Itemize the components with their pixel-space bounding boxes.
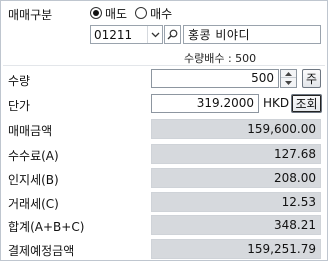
radio-buy[interactable]: 매수	[135, 5, 172, 22]
stamp-tax-value: 208.00	[151, 168, 321, 188]
settlement-amount-label: 결제예정금액	[8, 244, 75, 258]
spin-up-icon[interactable]	[281, 70, 296, 78]
quantity-input[interactable]: 500	[151, 69, 279, 88]
price-label: 단가	[8, 99, 31, 113]
radio-sell[interactable]: 매도	[90, 5, 127, 22]
quantity-multiple-text: 수량배수 : 500	[184, 52, 257, 65]
quantity-spinner[interactable]	[280, 69, 297, 88]
quantity-label: 수량	[8, 74, 31, 88]
price-input[interactable]: 319.2000	[151, 94, 259, 113]
trade-amount-value: 159,600.00	[151, 119, 321, 139]
trade-type-radio-group: 매도 매수	[90, 5, 180, 21]
search-icon[interactable]	[164, 25, 181, 44]
radio-buy-label[interactable]: 매수	[150, 5, 172, 22]
radio-sell-label[interactable]: 매도	[105, 5, 127, 22]
trade-amount-label: 매매금액	[8, 124, 53, 138]
commission-label: 수수료(A)	[8, 149, 59, 163]
exchange-fee-value: 12.53	[151, 192, 321, 212]
radio-sell-indicator[interactable]	[90, 7, 102, 19]
stamp-tax-label: 인지세(B)	[8, 173, 59, 187]
price-query-button[interactable]: 조회	[291, 94, 322, 113]
stock-name-display: 홍콩 비야디	[183, 25, 321, 44]
settlement-amount-value: 159,251.79	[151, 239, 321, 259]
spin-down-icon[interactable]	[281, 79, 296, 87]
total-fee-value: 348.21	[151, 215, 321, 235]
commission-value: 127.68	[151, 144, 321, 164]
total-fee-label: 합계(A+B+C)	[8, 220, 85, 234]
stock-code-input[interactable]: 01211	[91, 28, 147, 42]
chevron-down-icon[interactable]	[147, 26, 162, 43]
exchange-fee-label: 거래세(C)	[8, 197, 59, 211]
order-calculator-panel: 매매구분 매도 매수 01211 홍콩 비야디 수량배수 : 500 수량 50…	[0, 0, 328, 261]
trade-type-label: 매매구분	[8, 8, 53, 22]
currency-label: HKD	[263, 96, 290, 110]
radio-buy-indicator[interactable]	[135, 7, 148, 19]
stock-code-combobox[interactable]: 01211	[90, 25, 163, 44]
divider	[3, 65, 325, 66]
share-unit-button[interactable]: 주	[302, 69, 321, 88]
